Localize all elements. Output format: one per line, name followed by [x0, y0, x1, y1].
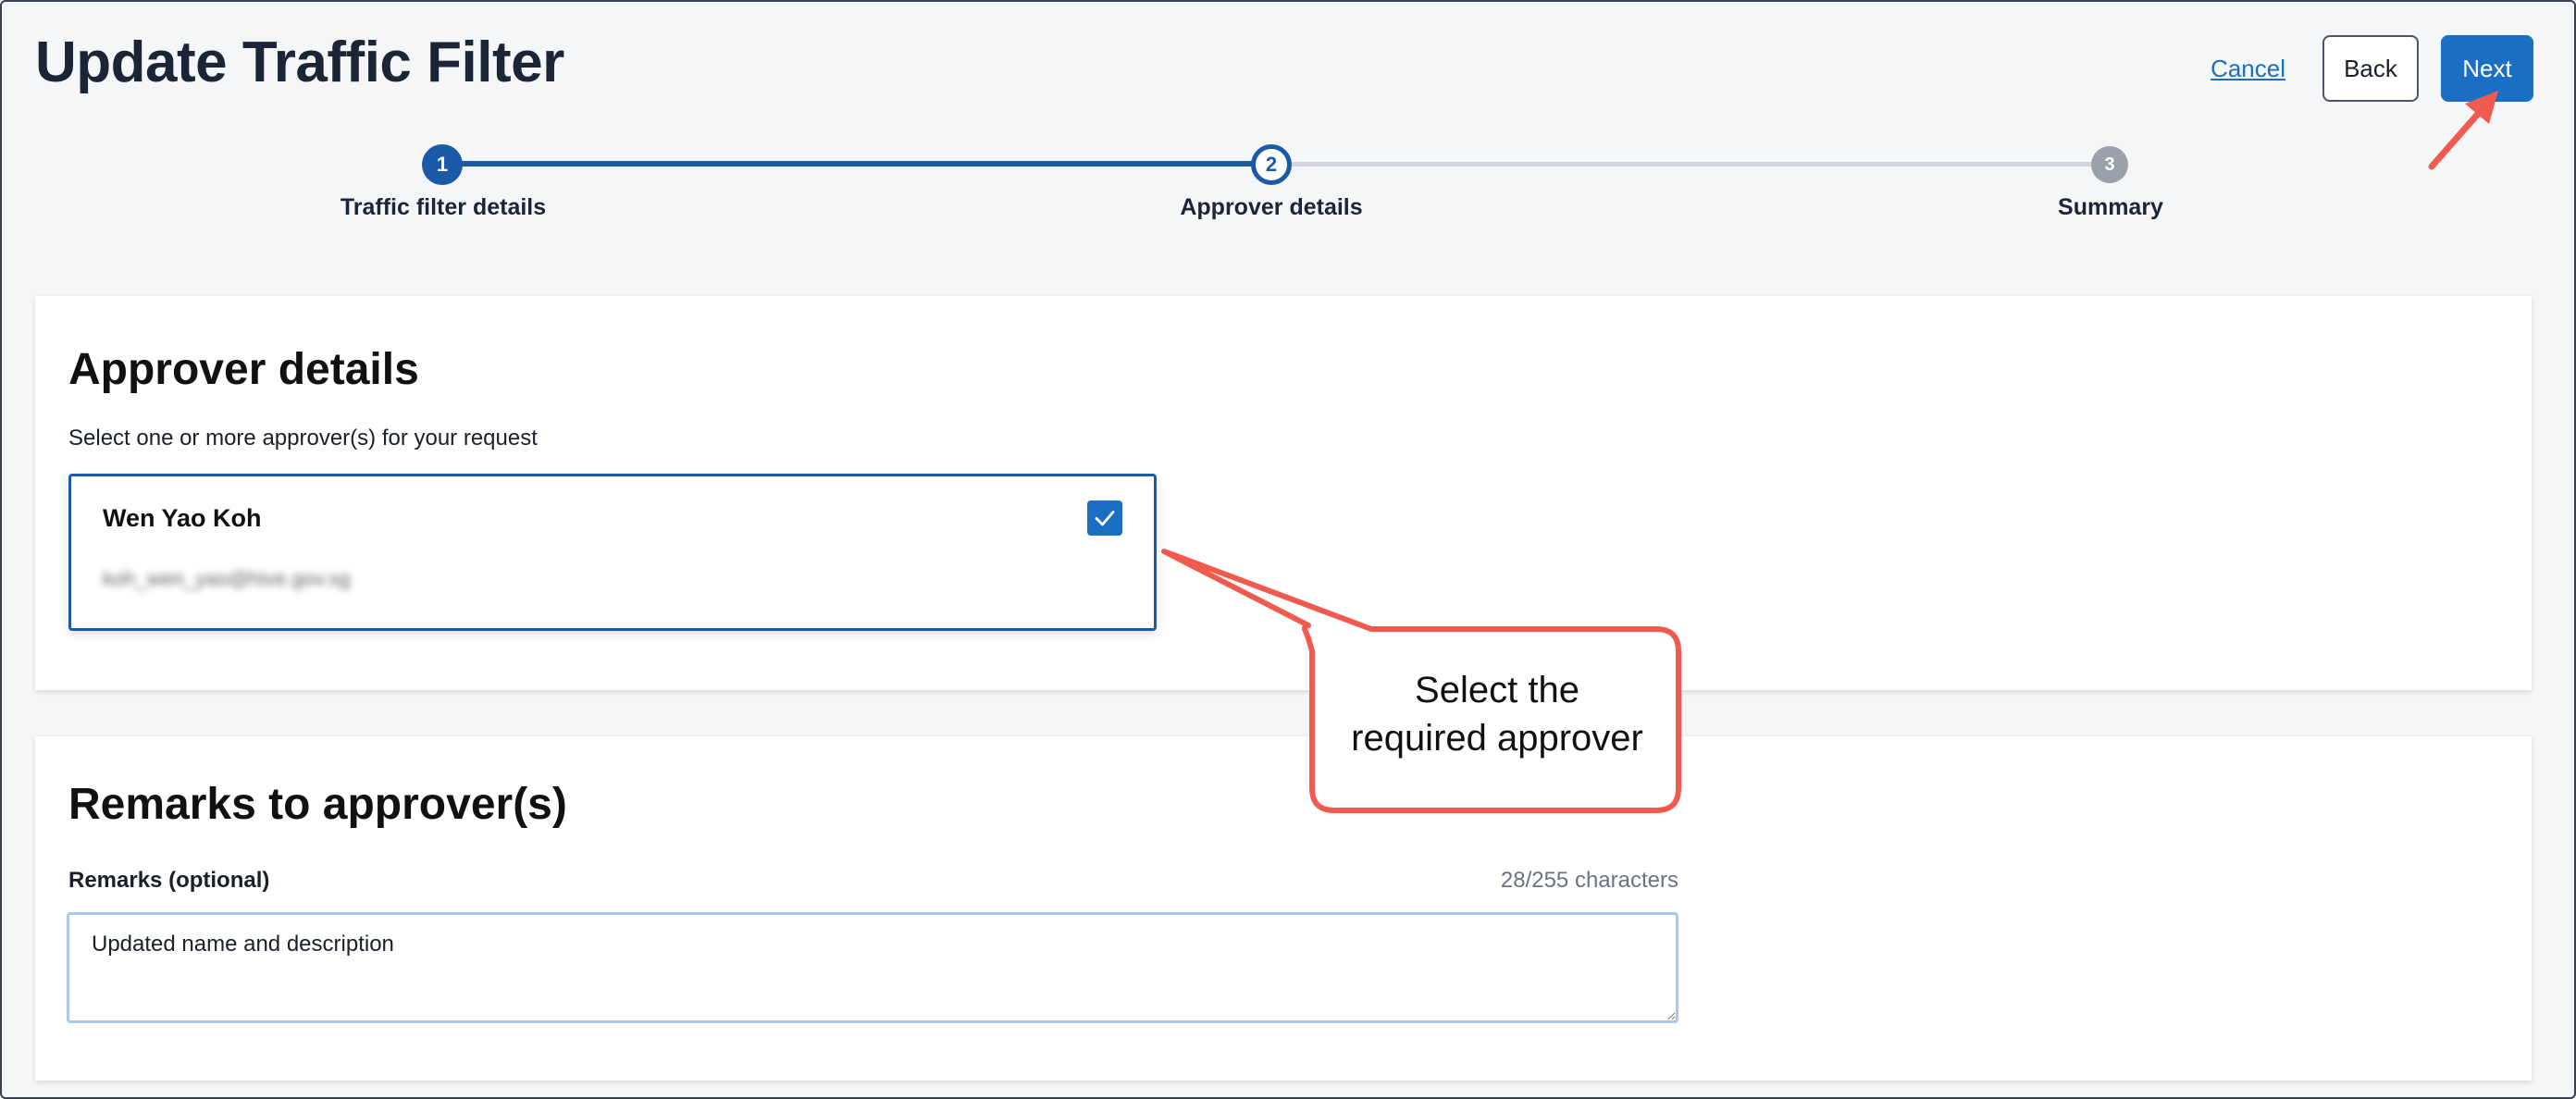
- next-button[interactable]: Next: [2441, 35, 2533, 102]
- approver-email: koh_wen_yao@hive.gov.sg: [103, 567, 351, 590]
- remarks-label: Remarks (optional): [68, 868, 270, 893]
- stepper-line-pending: [1271, 162, 2112, 167]
- approver-checkbox[interactable]: [1087, 500, 1122, 536]
- progress-stepper: 1 2 3 Traffic filter details Approver de…: [0, 137, 2576, 229]
- callout-line-1: Select the: [1415, 670, 1579, 710]
- remarks-textarea[interactable]: Updated name and description: [67, 912, 1678, 1023]
- approver-option-card[interactable]: Wen Yao Koh koh_wen_yao@hive.gov.sg: [68, 474, 1157, 631]
- header-actions: Cancel Back Next: [2211, 35, 2533, 102]
- step-3-indicator: 3: [2091, 146, 2128, 183]
- approver-details-heading: Approver details: [68, 345, 419, 394]
- step-3-label: Summary: [2058, 194, 2163, 220]
- approver-name: Wen Yao Koh: [103, 504, 262, 532]
- character-counter: 28/255 characters: [1500, 868, 1678, 893]
- stepper-line-completed: [444, 161, 1271, 167]
- remarks-heading: Remarks to approver(s): [68, 780, 567, 829]
- checkmark-icon: [1095, 511, 1115, 526]
- step-2-indicator: 2: [1251, 144, 1292, 185]
- approver-hint: Select one or more approver(s) for your …: [68, 426, 538, 451]
- step-1-label: Traffic filter details: [340, 194, 547, 220]
- callout-text: Select the required approver: [1312, 666, 1682, 762]
- remarks-card: Remarks to approver(s) Remarks (optional…: [35, 736, 2532, 1080]
- approver-details-card: Approver details Select one or more appr…: [35, 296, 2532, 690]
- callout-line-2: required approver: [1351, 718, 1643, 759]
- back-button[interactable]: Back: [2322, 35, 2419, 102]
- step-2-label: Approver details: [1180, 194, 1363, 220]
- page-title: Update Traffic Filter: [35, 31, 564, 94]
- step-1-indicator: 1: [422, 144, 463, 185]
- cancel-link[interactable]: Cancel: [2211, 55, 2285, 83]
